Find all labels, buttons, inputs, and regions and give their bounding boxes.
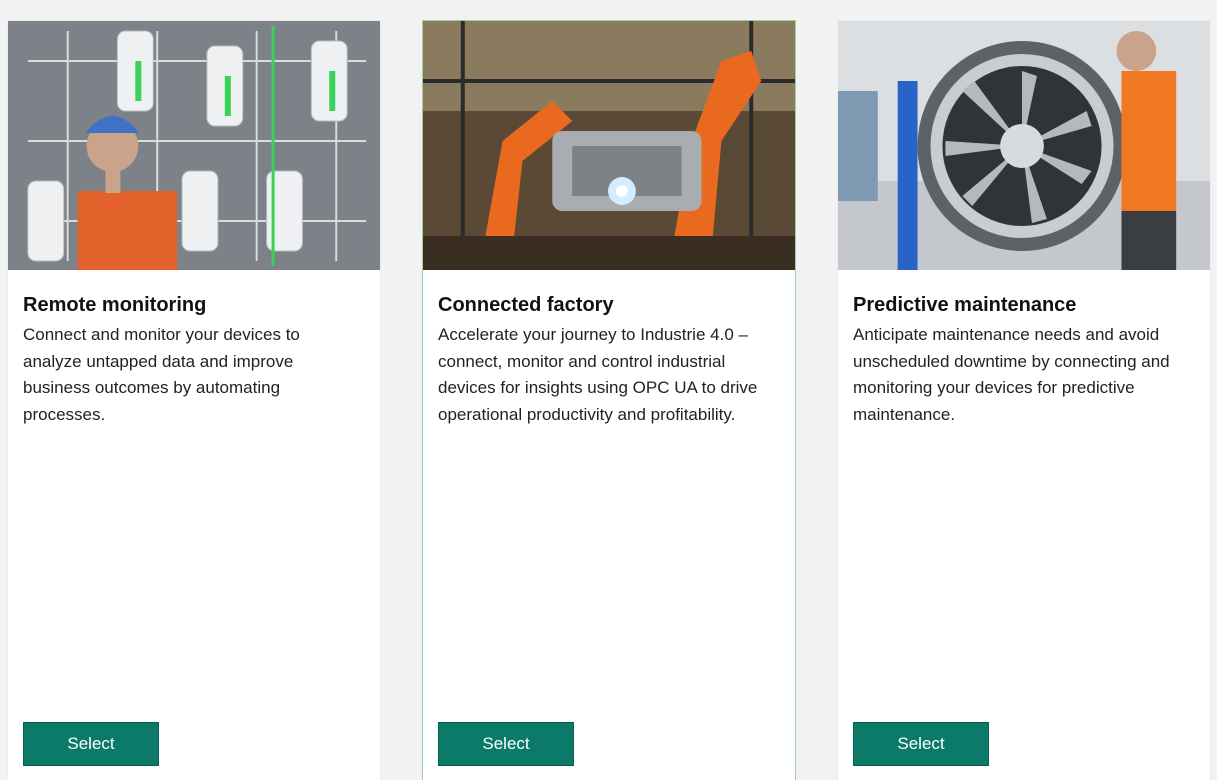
select-button[interactable]: Select bbox=[853, 722, 989, 766]
card-title: Connected factory bbox=[438, 294, 614, 316]
card-description: Anticipate maintenance needs and avoid u… bbox=[853, 325, 1170, 424]
card-title: Predictive maintenance bbox=[853, 294, 1077, 316]
card-predictive-maintenance[interactable]: Predictive maintenance Anticipate mainte… bbox=[837, 20, 1211, 780]
card-title: Remote monitoring bbox=[23, 294, 207, 316]
card-description: Accelerate your journey to Industrie 4.0… bbox=[438, 325, 758, 424]
select-button[interactable]: Select bbox=[23, 722, 159, 766]
predictive-maintenance-image bbox=[838, 21, 1210, 270]
remote-monitoring-image bbox=[8, 21, 380, 270]
card-connected-factory[interactable]: Connected factory Accelerate your journe… bbox=[422, 20, 796, 780]
select-button[interactable]: Select bbox=[438, 722, 574, 766]
connected-factory-image bbox=[423, 21, 795, 270]
card-description: Connect and monitor your devices to anal… bbox=[23, 325, 300, 424]
card-remote-monitoring[interactable]: Remote monitoring Connect and monitor yo… bbox=[7, 20, 381, 780]
solution-cards: Remote monitoring Connect and monitor yo… bbox=[0, 0, 1217, 780]
